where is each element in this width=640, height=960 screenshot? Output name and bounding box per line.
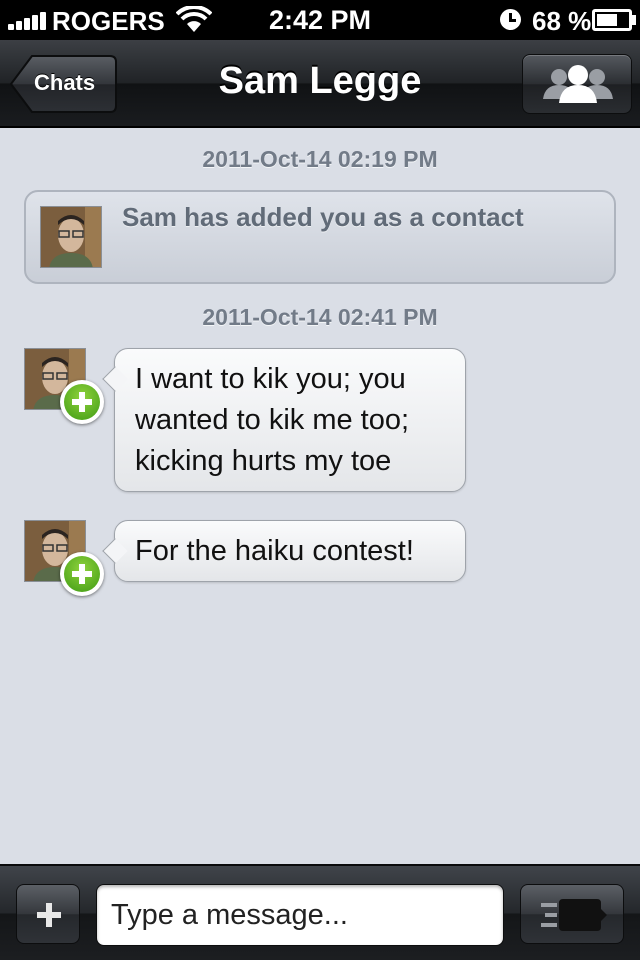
message-bubble: For the haiku contest! <box>114 520 466 582</box>
message-line: For the haiku contest! <box>135 535 414 567</box>
chat-area[interactable]: 2011-Oct-14 02:19 PM Sam has added you a… <box>0 130 640 864</box>
alarm-icon <box>500 9 521 30</box>
system-message-text: Sam has added you as a contact <box>122 202 524 232</box>
contacts-button[interactable] <box>522 54 632 114</box>
add-contact-icon[interactable] <box>60 552 104 596</box>
battery-icon <box>592 9 632 31</box>
navigation-bar: Chats Sam Legge <box>0 40 640 128</box>
avatar <box>40 206 102 268</box>
timestamp: 2011-Oct-14 02:19 PM <box>202 146 438 172</box>
message-line: wanted to kik me too; <box>135 404 410 436</box>
battery-level <box>597 14 618 26</box>
message-bubble: I want to kik you; you wanted to kik me … <box>114 348 466 492</box>
contacts-icon <box>543 65 613 103</box>
input-bar <box>0 864 640 960</box>
status-bar: ROGERS 2:42 PM 68 % <box>0 0 640 40</box>
battery-percent: 68 % <box>532 6 592 36</box>
back-button-label: Chats <box>34 70 96 95</box>
chat-title: Sam Legge <box>218 60 422 102</box>
message-line: kicking hurts my toe <box>135 445 392 477</box>
timestamp: 2011-Oct-14 02:41 PM <box>202 304 438 330</box>
plus-icon[interactable] <box>16 884 80 944</box>
send-button[interactable] <box>520 884 624 944</box>
add-contact-icon[interactable] <box>60 380 104 424</box>
chats-back-button[interactable]: Chats <box>10 54 118 114</box>
system-message-card: Sam has added you as a contact <box>24 190 616 284</box>
send-icon <box>541 899 607 931</box>
battery-nub <box>632 15 636 25</box>
message-line: I want to kik you; you <box>135 363 406 395</box>
message-input[interactable] <box>96 884 504 946</box>
